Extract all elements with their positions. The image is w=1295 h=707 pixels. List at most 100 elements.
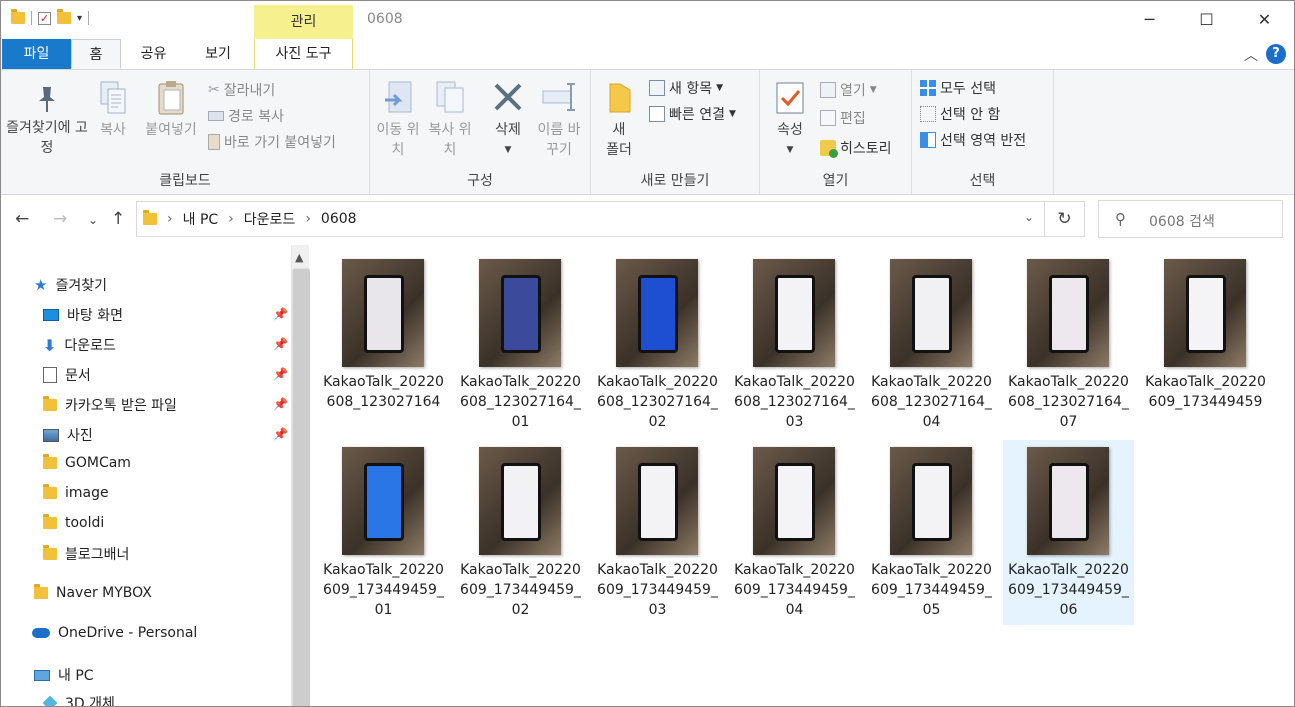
paste-button[interactable]: 붙여넣기 — [139, 80, 203, 140]
file-item[interactable]: KakaoTalk_20220608_123027164_04 — [866, 252, 997, 437]
paste-shortcut-button[interactable]: 바로 가기 붙여넣기 — [208, 132, 336, 152]
copy-button[interactable]: 복사 — [91, 80, 135, 140]
nav-item-quick-access[interactable]: ★ 즐겨찾기 — [34, 275, 107, 295]
nav-item-naver-mybox[interactable]: Naver MYBOX — [34, 584, 152, 601]
collapse-ribbon-icon[interactable]: ︿ — [1244, 45, 1258, 65]
customize-dropdown-icon[interactable]: ▾ — [77, 13, 82, 24]
select-all-button[interactable]: 모두 선택 — [920, 78, 996, 98]
nav-item-gomcam[interactable]: GOMCam — [43, 454, 131, 471]
cut-button[interactable]: ✂ 잘라내기 — [208, 80, 275, 100]
nav-label: OneDrive - Personal — [58, 625, 198, 641]
file-item[interactable]: KakaoTalk_20220608_123027164 — [318, 252, 449, 437]
back-arrow-icon[interactable]: ← — [15, 209, 29, 229]
file-item[interactable]: KakaoTalk_20220608_123027164_02 — [592, 252, 723, 437]
copy-path-button[interactable]: 경로 복사 — [208, 106, 284, 126]
open-button[interactable]: 열기 ▼ — [820, 80, 877, 100]
phone-screen — [775, 275, 815, 353]
tab-picture-tools[interactable]: 사진 도구 — [254, 39, 353, 69]
phone-screen — [364, 463, 404, 541]
file-item[interactable]: KakaoTalk_20220609_173449459_05 — [866, 440, 997, 625]
nav-item-downloads[interactable]: ⬇ 다운로드 — [43, 335, 116, 355]
breadcrumb-item[interactable]: 다운로드 — [244, 209, 296, 229]
nav-item-desktop[interactable]: 바탕 화면 — [43, 305, 123, 325]
open-label: 열기 — [840, 83, 866, 99]
address-dropdown-icon[interactable]: ⌄ — [1024, 210, 1034, 224]
file-item[interactable]: KakaoTalk_20220609_173449459 — [1140, 252, 1271, 437]
select-all-label: 모두 선택 — [940, 81, 996, 97]
tab-file[interactable]: 파일 — [2, 39, 71, 69]
group-label-open: 열기 — [822, 173, 849, 189]
file-item[interactable]: KakaoTalk_20220609_173449459_04 — [729, 440, 860, 625]
pin-to-quick-access-button[interactable]: 즐겨찾기에 고정 — [5, 84, 89, 158]
file-item[interactable]: KakaoTalk_20220609_173449459_01 — [318, 440, 449, 625]
scrollbar-thumb[interactable] — [293, 269, 309, 706]
pin-icon[interactable]: 📌 — [273, 307, 288, 321]
edit-icon — [820, 110, 836, 126]
address-bar[interactable]: › 내 PC › 다운로드 › 0608 ⌄ — [136, 201, 1045, 237]
help-icon[interactable]: ? — [1266, 44, 1286, 64]
file-item[interactable]: KakaoTalk_20220608_123027164_07 — [1003, 252, 1134, 437]
phone-screen — [1049, 463, 1089, 541]
up-arrow-icon[interactable]: ↑ — [111, 209, 125, 229]
nav-item-tooldi[interactable]: tooldi — [43, 514, 104, 531]
breadcrumb-separator: › — [305, 211, 311, 227]
nav-item-documents[interactable]: 문서 — [43, 365, 91, 385]
close-button[interactable]: ✕ — [1236, 1, 1293, 39]
edit-button[interactable]: 편집 — [820, 108, 866, 128]
nav-item-onedrive[interactable]: OneDrive - Personal — [32, 625, 197, 641]
invert-selection-icon — [920, 132, 936, 148]
group-label-organize: 구성 — [467, 173, 493, 189]
delete-button[interactable]: 삭제 ▼ — [486, 80, 530, 160]
tab-share[interactable]: 공유 — [126, 39, 181, 69]
nav-item-3d-objects[interactable]: 3D 개체 — [42, 693, 115, 706]
pin-icon[interactable]: 📌 — [273, 397, 288, 411]
easy-access-button[interactable]: 빠른 연결 ▼ — [649, 104, 736, 124]
folder-icon — [11, 9, 25, 24]
recent-locations-chevron-icon[interactable]: ⌄ — [88, 213, 98, 227]
file-item[interactable]: KakaoTalk_20220608_123027164_03 — [729, 252, 860, 437]
nav-item-pictures[interactable]: 사진 — [43, 425, 93, 445]
nav-label: 사진 — [67, 428, 93, 444]
file-item[interactable]: KakaoTalk_20220609_173449459_02 — [455, 440, 586, 625]
invert-selection-button[interactable]: 선택 영역 반전 — [920, 130, 1026, 150]
forward-arrow-icon[interactable]: → — [53, 209, 67, 229]
new-folder-button[interactable]: 새 폴더 — [601, 80, 637, 160]
properties-button[interactable]: 속성 ▼ — [768, 80, 812, 160]
new-folder-icon[interactable] — [57, 9, 71, 24]
nav-item-blog-banner[interactable]: 블로그배너 — [43, 544, 129, 564]
phone-screen — [501, 275, 541, 353]
minimize-button[interactable]: ─ — [1121, 1, 1178, 39]
scroll-up-arrow-icon[interactable]: ▲ — [295, 251, 303, 264]
rename-button[interactable]: 이름 바꾸기 — [536, 80, 582, 160]
pin-icon — [39, 87, 55, 112]
nav-item-this-pc[interactable]: 내 PC — [34, 665, 94, 685]
tab-view[interactable]: 보기 — [189, 39, 247, 69]
move-to-button[interactable]: 이동 위치 — [376, 80, 420, 160]
file-item[interactable]: KakaoTalk_20220609_173449459_06 — [1003, 440, 1134, 625]
pin-icon[interactable]: 📌 — [273, 337, 288, 351]
file-item[interactable]: KakaoTalk_20220608_123027164_01 — [455, 252, 586, 437]
delete-dropdown-icon[interactable]: ▼ — [486, 140, 530, 160]
context-tab-manage[interactable]: 관리 — [254, 5, 353, 39]
select-none-button[interactable]: 선택 안 함 — [920, 104, 1000, 124]
nav-item-kakaotalk-files[interactable]: 카카오톡 받은 파일 — [43, 395, 177, 415]
breadcrumb-item[interactable]: 0608 — [321, 211, 357, 227]
properties-check-icon[interactable]: ✓ — [38, 11, 51, 25]
copy-to-button[interactable]: 복사 위치 — [428, 80, 472, 160]
file-item[interactable]: KakaoTalk_20220609_173449459_03 — [592, 440, 723, 625]
nav-item-image[interactable]: image — [43, 484, 109, 501]
new-item-button[interactable]: 새 항목 ▼ — [649, 78, 723, 98]
search-input[interactable]: ⚲ 0608 검색 — [1098, 200, 1283, 238]
nav-scrollbar[interactable]: ▲ — [291, 245, 309, 706]
tab-home[interactable]: 홈 — [71, 39, 121, 69]
pin-icon[interactable]: 📌 — [273, 367, 288, 381]
file-name: KakaoTalk_20220608_123027164_02 — [597, 374, 718, 430]
properties-dropdown-icon[interactable]: ▼ — [768, 140, 812, 160]
breadcrumb-item[interactable]: 내 PC — [183, 209, 219, 229]
pin-icon[interactable]: 📌 — [273, 427, 288, 441]
phone-screen — [364, 275, 404, 353]
history-button[interactable]: 히스토리 — [820, 138, 892, 158]
new-item-icon — [649, 80, 665, 96]
maximize-button[interactable]: ☐ — [1178, 1, 1235, 39]
refresh-button[interactable]: ↻ — [1045, 201, 1085, 237]
